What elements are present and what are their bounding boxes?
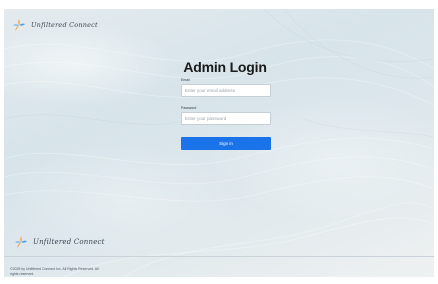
sparkle-flower-icon	[13, 19, 25, 31]
header-brand[interactable]: Unfiltered Connect	[12, 18, 98, 32]
brand-name: Unfiltered Connect	[31, 21, 98, 29]
email-field[interactable]	[181, 84, 271, 97]
copyright-text: ©2025 by Unfiltered Connect Inc. All Rig…	[10, 267, 99, 276]
footer-divider	[4, 256, 434, 257]
sign-in-button[interactable]: Sign in	[181, 137, 271, 150]
footer-brand-name: Unfiltered Connect	[33, 238, 105, 246]
password-field[interactable]	[181, 112, 271, 125]
footer-brand[interactable]: Unfiltered Connect	[14, 235, 105, 249]
email-label: Email	[181, 78, 190, 82]
password-label: Password	[181, 106, 197, 110]
sparkle-flower-icon	[15, 236, 27, 248]
page-title: Admin Login	[183, 59, 267, 75]
login-screen: Unfiltered Connect Admin Login Email Pas…	[4, 9, 434, 277]
